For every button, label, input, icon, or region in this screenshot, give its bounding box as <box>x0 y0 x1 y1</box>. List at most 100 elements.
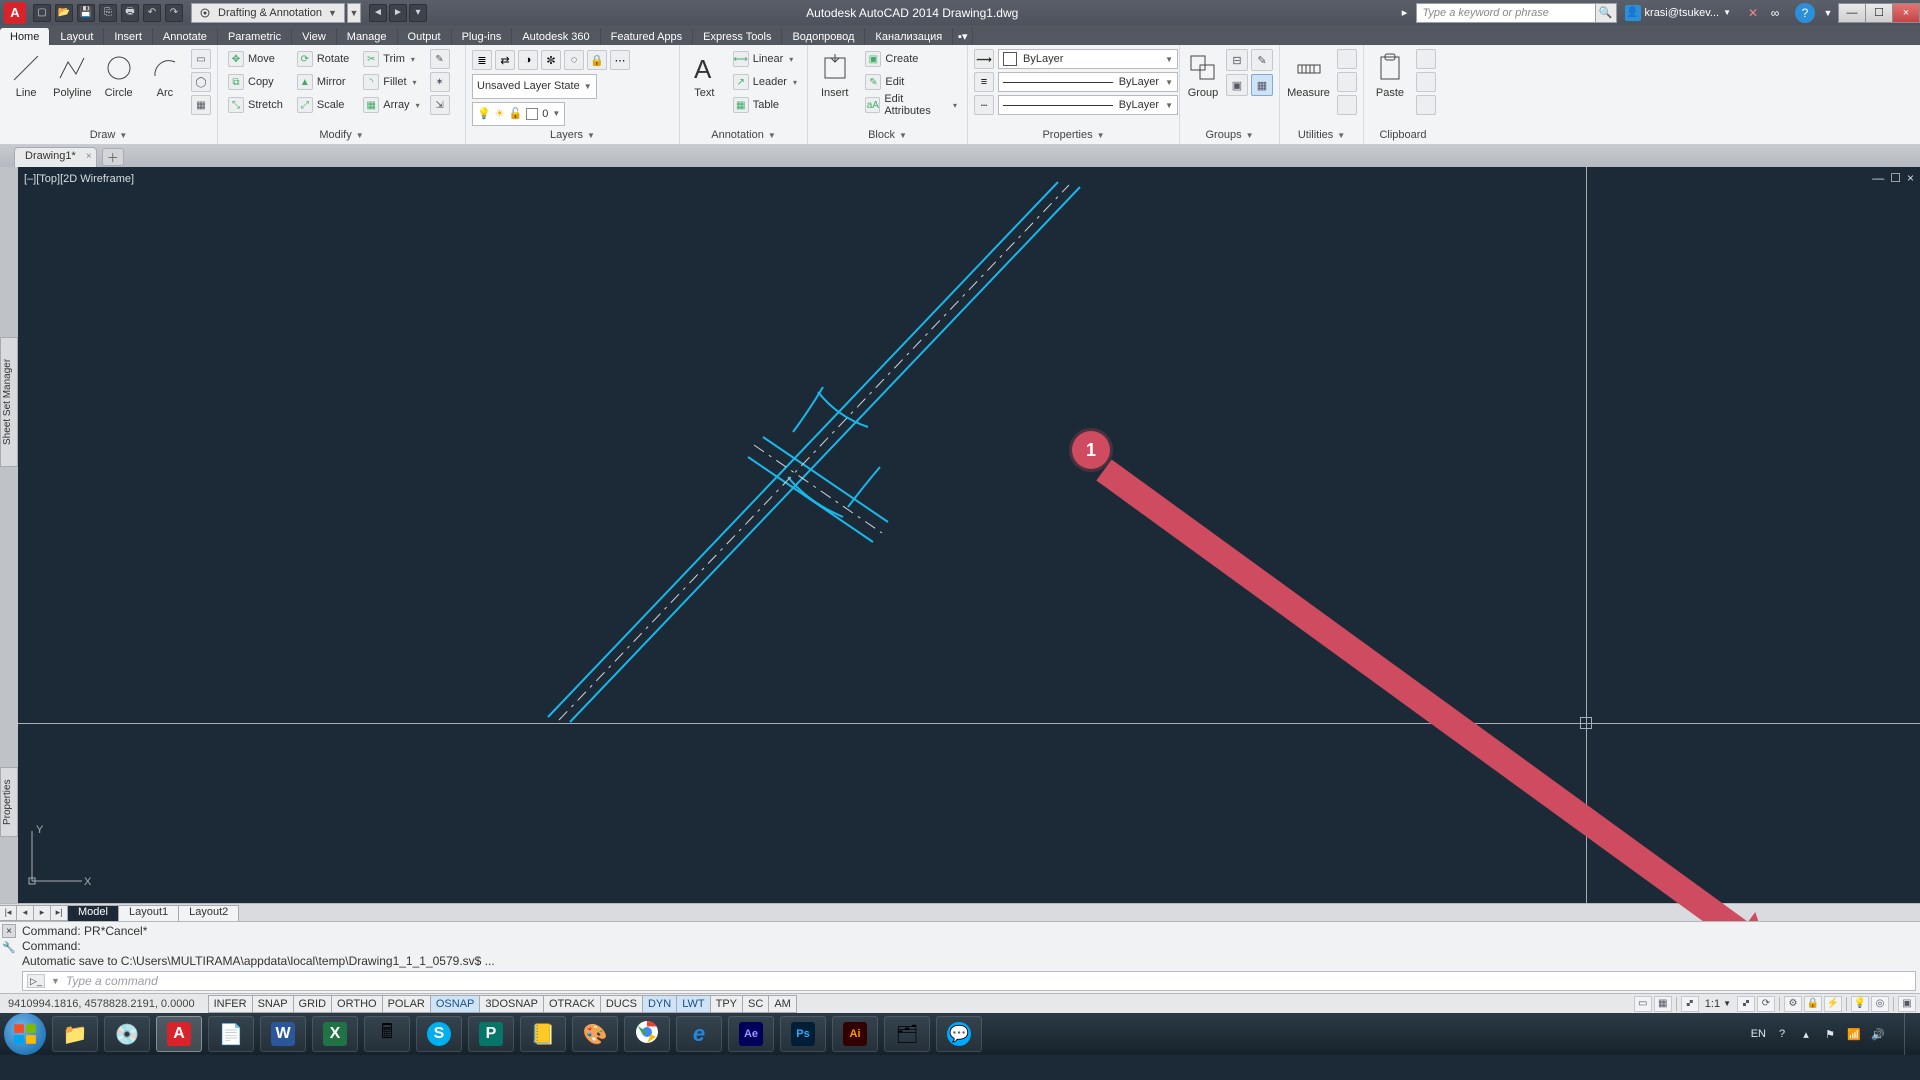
line-button[interactable]: Line <box>6 49 46 99</box>
insert-block-button[interactable]: Insert <box>814 49 855 99</box>
qat-plot-icon[interactable]: 🖶 <box>121 4 139 22</box>
status-toggle-am[interactable]: AM <box>768 995 797 1013</box>
annotation-autoscale-icon[interactable]: ⟳ <box>1757 996 1775 1012</box>
command-close-icon[interactable]: × <box>2 924 16 938</box>
tab-vodoprovod[interactable]: Водопровод <box>782 28 865 45</box>
tab-insert[interactable]: Insert <box>104 28 153 45</box>
tab-output[interactable]: Output <box>398 28 452 45</box>
taskbar-autocad[interactable]: A <box>156 1016 202 1052</box>
cut-icon[interactable] <box>1416 49 1436 69</box>
status-toggle-sc[interactable]: SC <box>742 995 769 1013</box>
layer-iso-icon[interactable]: ◑ <box>518 50 538 70</box>
chevron-down-icon[interactable]: ▼ <box>899 131 907 140</box>
infocenter-search[interactable]: Type a keyword or phrase <box>1416 3 1596 23</box>
table-button[interactable]: ▦Table <box>729 95 801 115</box>
taskbar-illustrator[interactable]: Ai <box>832 1016 878 1052</box>
chevron-down-icon[interactable]: ▼ <box>51 976 60 986</box>
chevron-down-icon[interactable]: ▼ <box>1097 131 1105 140</box>
taskbar-notepad[interactable]: 📄 <box>208 1016 254 1052</box>
layer-more-icon[interactable]: ⋯ <box>610 50 630 70</box>
qat-open-icon[interactable]: 📂 <box>55 4 73 22</box>
search-button[interactable]: 🔍 <box>1595 3 1617 23</box>
qat-save-icon[interactable]: 💾 <box>77 4 95 22</box>
window-close-button[interactable]: × <box>1892 3 1920 23</box>
tab-parametric[interactable]: Parametric <box>218 28 292 45</box>
quick-calc-icon[interactable] <box>1337 72 1357 92</box>
status-toggle-grid[interactable]: GRID <box>293 995 333 1013</box>
layer-state-combo[interactable]: Unsaved Layer State ▼ <box>472 74 597 99</box>
group-select-icon[interactable]: ▦ <box>1251 74 1273 96</box>
tab-overflow[interactable]: ▪▾ <box>953 27 973 45</box>
coordinates-readout[interactable]: 9410994.1816, 4578828.2191, 0.0000 <box>0 998 203 1010</box>
taskbar-skype[interactable]: S <box>416 1016 462 1052</box>
linetype-combo[interactable]: ByLayer▼ <box>998 95 1178 115</box>
lock-ui-icon[interactable]: 🔒 <box>1804 996 1822 1012</box>
layer-off-icon[interactable]: ◌ <box>564 50 584 70</box>
chevron-up-icon[interactable]: ▴ <box>1798 1026 1814 1042</box>
measure-button[interactable]: Measure <box>1286 49 1331 99</box>
id-point-icon[interactable] <box>1337 95 1357 115</box>
tab-express[interactable]: Express Tools <box>693 28 782 45</box>
taskbar-calc[interactable]: 🖩 <box>364 1016 410 1052</box>
status-toggle-otrack[interactable]: OTRACK <box>543 995 601 1013</box>
chevron-down-icon[interactable]: ▼ <box>1246 131 1254 140</box>
chevron-down-icon[interactable]: ▼ <box>356 131 364 140</box>
move-button[interactable]: ✥Move <box>224 49 287 69</box>
group-button[interactable]: Group <box>1186 49 1220 99</box>
hardware-accel-icon[interactable]: ⚡ <box>1824 996 1842 1012</box>
start-button[interactable] <box>4 1013 46 1055</box>
layer-freeze-icon[interactable]: ✼ <box>541 50 561 70</box>
taskbar-iomega[interactable]: 💿 <box>104 1016 150 1052</box>
status-toggle-dyn[interactable]: DYN <box>642 995 677 1013</box>
infocenter-arrow-icon[interactable]: ▸ <box>1398 6 1412 20</box>
block-create-button[interactable]: ▣Create <box>861 49 961 69</box>
status-toggle-tpy[interactable]: TPY <box>710 995 743 1013</box>
status-toggle-3dosnap[interactable]: 3DOSNAP <box>479 995 544 1013</box>
tab-manage[interactable]: Manage <box>337 28 398 45</box>
taskbar-aftereffects[interactable]: Ae <box>728 1016 774 1052</box>
fillet-button[interactable]: ◝Fillet▾ <box>359 72 423 92</box>
taskbar-explorer[interactable]: 📁 <box>52 1016 98 1052</box>
status-toggle-osnap[interactable]: OSNAP <box>430 995 481 1013</box>
qat-undo-icon[interactable]: ↶ <box>143 4 161 22</box>
array-button[interactable]: ▦Array▾ <box>359 95 423 115</box>
ellipse-icon[interactable]: ◯ <box>191 72 211 92</box>
layout-tab-1[interactable]: Layout1 <box>118 905 179 921</box>
hatch-icon[interactable]: ▦ <box>191 95 211 115</box>
layout-nav-first-icon[interactable]: |◂ <box>0 905 17 921</box>
network-icon[interactable]: 📶 <box>1846 1026 1862 1042</box>
show-desktop-button[interactable] <box>1904 1013 1916 1055</box>
command-input[interactable]: ▷_ ▼ Type a command <box>22 971 1916 991</box>
layout-tab-model[interactable]: Model <box>67 905 119 921</box>
annotation-visibility-icon[interactable]: 🙾 <box>1737 996 1755 1012</box>
exchange-icon[interactable]: ✕ <box>1745 5 1761 21</box>
match-props-icon[interactable]: ⟿ <box>974 49 994 69</box>
taskbar-sticky[interactable]: 📒 <box>520 1016 566 1052</box>
help-button[interactable]: ? <box>1795 3 1815 23</box>
help-dropdown-icon[interactable]: ▼ <box>1821 8 1835 18</box>
status-toggle-polar[interactable]: POLAR <box>382 995 431 1013</box>
taskbar-paint[interactable]: 🎨 <box>572 1016 618 1052</box>
status-toggle-ortho[interactable]: ORTHO <box>331 995 383 1013</box>
block-editattr-button[interactable]: aAEdit Attributes▾ <box>861 95 961 115</box>
group-bbox-icon[interactable]: ▣ <box>1226 74 1248 96</box>
tab-a360[interactable]: Autodesk 360 <box>512 28 600 45</box>
taskbar-excel[interactable]: X <box>312 1016 358 1052</box>
layer-properties-icon[interactable]: ≣ <box>472 50 492 70</box>
taskbar-app2[interactable]: 💬 <box>936 1016 982 1052</box>
signin-menu[interactable]: 👤 krasi@tsukev... ▼ <box>1625 5 1731 21</box>
rectangle-icon[interactable]: ▭ <box>191 49 211 69</box>
polyline-button[interactable]: Polyline <box>52 49 92 99</box>
object-snap-tracking-icon[interactable]: ◎ <box>1871 996 1889 1012</box>
status-toggle-lwt[interactable]: LWT <box>676 995 710 1013</box>
close-tab-icon[interactable]: × <box>86 151 92 162</box>
tab-kanalizacia[interactable]: Канализация <box>865 28 953 45</box>
tab-annotate[interactable]: Annotate <box>153 28 218 45</box>
status-toggle-ducs[interactable]: DUCS <box>600 995 643 1013</box>
copy-clip-icon[interactable] <box>1416 72 1436 92</box>
rotate-button[interactable]: ⟳Rotate <box>293 49 353 69</box>
new-document-tab[interactable]: ＋ <box>102 148 124 166</box>
erase-icon[interactable]: ✎ <box>430 49 450 69</box>
window-minimize-button[interactable]: — <box>1838 3 1866 23</box>
model-space-button[interactable]: ▭ <box>1634 996 1652 1012</box>
